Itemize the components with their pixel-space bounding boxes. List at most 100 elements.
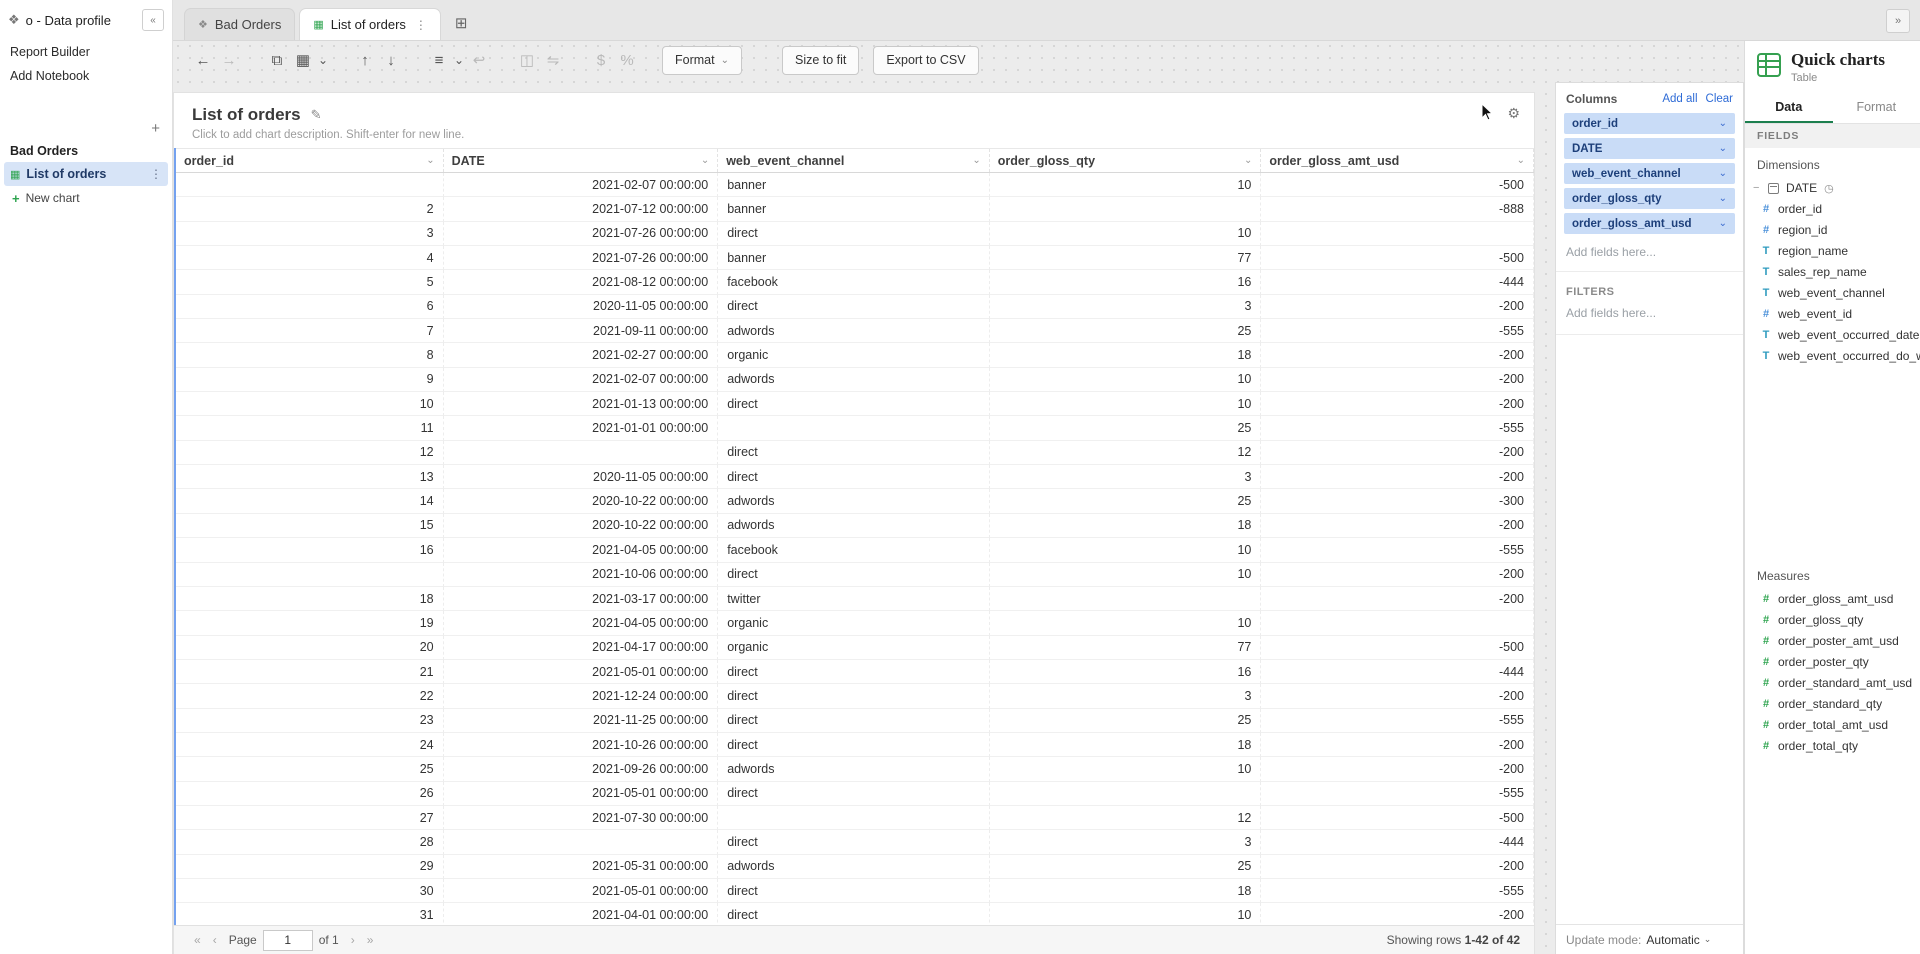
table-cell[interactable]: direct [718,660,990,684]
table-cell[interactable]: -555 [1261,319,1534,343]
table-cell[interactable] [176,173,444,197]
column-header-order_gloss_qty[interactable]: order_gloss_qty⌄ [990,149,1262,172]
table-cell[interactable]: 18 [176,587,444,611]
table-cell[interactable]: -888 [1261,197,1534,221]
column-pill-web_event_channel[interactable]: web_event_channel⌄ [1564,163,1735,184]
pill-caret-icon[interactable]: ⌄ [1719,143,1727,154]
table-cell[interactable]: 25 [990,319,1262,343]
table-cell[interactable] [1261,611,1534,635]
table-cell[interactable]: 2020-11-05 00:00:00 [444,295,719,319]
table-cell[interactable]: 10 [176,392,444,416]
table-cell[interactable]: 10 [990,563,1262,587]
table-cell[interactable]: 2020-11-05 00:00:00 [444,465,719,489]
table-cell[interactable]: direct [718,709,990,733]
table-cell[interactable]: twitter [718,587,990,611]
table-cell[interactable] [176,563,444,587]
measure-order_total_amt_usd[interactable]: #order_total_amt_usd [1745,715,1920,736]
tab-format[interactable]: Format [1833,92,1920,123]
table-cell[interactable]: 2021-02-07 00:00:00 [444,173,719,197]
table-cell[interactable]: 2021-12-24 00:00:00 [444,684,719,708]
table-cell[interactable]: 12 [990,806,1262,830]
kebab-menu-icon[interactable]: ⋮ [415,18,427,32]
sidebar-item-report-builder[interactable]: Report Builder [0,40,172,64]
column-header-DATE[interactable]: DATE⌄ [444,149,719,172]
collapse-sidebar-button[interactable]: « [142,9,164,31]
table-cell[interactable]: -200 [1261,295,1534,319]
table-cell[interactable]: 12 [990,441,1262,465]
dimension-web_event_channel[interactable]: Tweb_event_channel [1745,283,1920,304]
table-cell[interactable]: 4 [176,246,444,270]
table-cell[interactable]: 3 [176,222,444,246]
next-page-icon[interactable]: › [351,933,355,947]
new-tab-icon[interactable]: ⊞ [455,14,468,32]
hierarchy-toggle-icon[interactable]: − [1753,182,1761,194]
column-menu-caret-icon[interactable]: ⌄ [1517,155,1525,166]
table-cell[interactable]: 25 [990,709,1262,733]
table-cell[interactable]: 2021-07-30 00:00:00 [444,806,719,830]
table-cell[interactable]: 2021-01-01 00:00:00 [444,416,719,440]
element-type-caret-icon[interactable]: ⌄ [316,47,330,73]
table-cell[interactable]: direct [718,441,990,465]
table-cell[interactable]: 2021-04-05 00:00:00 [444,611,719,635]
measure-order_standard_amt_usd[interactable]: #order_standard_amt_usd [1745,673,1920,694]
dimension-order_id[interactable]: #order_id [1745,199,1920,220]
element-description[interactable]: Click to add chart description. Shift-en… [192,129,1516,141]
table-cell[interactable]: banner [718,197,990,221]
table-cell[interactable]: 2021-04-05 00:00:00 [444,538,719,562]
table-cell[interactable]: -200 [1261,757,1534,781]
add-page-button[interactable]: + [0,116,172,140]
dimension-web_event_id[interactable]: #web_event_id [1745,304,1920,325]
table-cell[interactable]: direct [718,830,990,854]
table-cell[interactable]: 8 [176,343,444,367]
table-cell[interactable]: 18 [990,733,1262,757]
table-cell[interactable]: direct [718,733,990,757]
table-cell[interactable]: facebook [718,270,990,294]
measure-order_poster_amt_usd[interactable]: #order_poster_amt_usd [1745,631,1920,652]
table-cell[interactable]: 22 [176,684,444,708]
table-cell[interactable]: -444 [1261,660,1534,684]
table-cell[interactable]: -555 [1261,879,1534,903]
currency-format-icon[interactable]: $ [588,47,614,73]
table-cell[interactable]: -200 [1261,368,1534,392]
first-page-icon[interactable]: « [194,933,201,947]
table-cell[interactable]: 2 [176,197,444,221]
dimension-sales_rep_name[interactable]: Tsales_rep_name [1745,262,1920,283]
column-pill-order_gloss_amt_usd[interactable]: order_gloss_amt_usd⌄ [1564,213,1735,234]
table-cell[interactable]: 3 [990,295,1262,319]
table-cell[interactable]: 24 [176,733,444,757]
dimension-region_id[interactable]: #region_id [1745,220,1920,241]
element-type-icon[interactable]: ▦ [290,47,316,73]
percent-format-icon[interactable]: % [614,47,640,73]
table-cell[interactable]: 10 [990,222,1262,246]
table-cell[interactable]: 16 [990,270,1262,294]
table-cell[interactable]: 12 [176,441,444,465]
table-cell[interactable]: 30 [176,879,444,903]
table-cell[interactable]: direct [718,684,990,708]
table-cell[interactable]: 23 [176,709,444,733]
table-cell[interactable]: 2021-02-07 00:00:00 [444,368,719,392]
align-icon[interactable]: ≡ [426,47,452,73]
pill-caret-icon[interactable]: ⌄ [1719,168,1727,179]
table-cell[interactable]: -444 [1261,270,1534,294]
table-cell[interactable]: 25 [990,855,1262,879]
table-cell[interactable]: 3 [990,465,1262,489]
table-cell[interactable]: direct [718,879,990,903]
table-cell[interactable]: 2021-07-26 00:00:00 [444,222,719,246]
measure-order_standard_qty[interactable]: #order_standard_qty [1745,694,1920,715]
table-cell[interactable]: 2021-09-11 00:00:00 [444,319,719,343]
table-cell[interactable]: -200 [1261,343,1534,367]
table-cell[interactable]: 10 [990,392,1262,416]
table-cell[interactable]: 11 [176,416,444,440]
table-cell[interactable]: 2021-07-12 00:00:00 [444,197,719,221]
kebab-menu-icon[interactable]: ⋮ [150,167,162,181]
table-cell[interactable]: adwords [718,319,990,343]
table-cell[interactable]: adwords [718,368,990,392]
wrap-text-icon[interactable]: ↩ [466,47,492,73]
table-cell[interactable]: -200 [1261,441,1534,465]
table-cell[interactable]: 2021-04-17 00:00:00 [444,636,719,660]
table-cell[interactable]: 2020-10-22 00:00:00 [444,514,719,538]
table-cell[interactable]: 16 [176,538,444,562]
table-cell[interactable]: 6 [176,295,444,319]
table-cell[interactable]: 16 [990,660,1262,684]
table-cell[interactable] [1261,222,1534,246]
